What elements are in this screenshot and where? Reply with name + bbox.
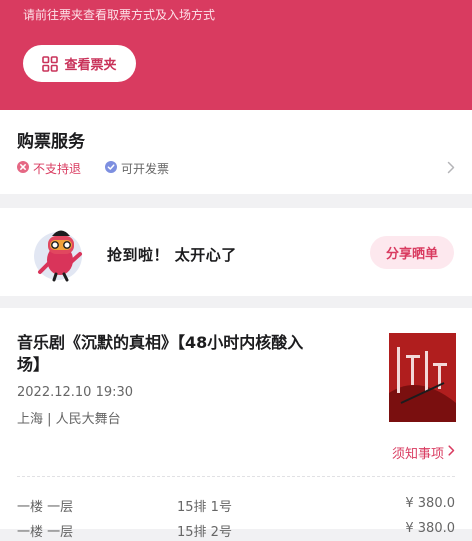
show-title: 音乐剧《沉默的真相》【48小时内核酸入场】: [17, 333, 304, 374]
ticket-row: 一楼 一层 15排 2号 ¥ 380.0: [17, 521, 455, 541]
no-refund-label: 不支持退: [33, 162, 82, 176]
ticket-price: ¥ 380.0: [405, 496, 455, 511]
view-ticket-wallet-label: 查看票夹: [64, 58, 117, 73]
purchase-service-title: 购票服务: [17, 132, 85, 152]
x-circle-icon: [17, 161, 29, 176]
ticket-area: 一楼 一层: [17, 500, 74, 515]
ticket-area: 一楼 一层: [17, 525, 74, 540]
ticket-wallet-hint: 请前往票夹查看取票方式及入场方式: [23, 8, 216, 22]
show-poster[interactable]: [389, 333, 456, 422]
ticket-seat: 15排 1号: [177, 500, 232, 515]
chevron-right-icon: [447, 159, 455, 178]
mascot-illustration: [30, 220, 90, 282]
share-message: 抢到啦！ 太开心了: [107, 246, 237, 264]
dashed-divider: [17, 476, 455, 477]
invoice-tag: 可开发票: [105, 160, 169, 177]
order-card: 音乐剧《沉默的真相》【48小时内核酸入场】 2022.12.10 19:30 上…: [0, 308, 472, 540]
notice-link[interactable]: 须知事项: [392, 443, 455, 462]
purchase-service-card[interactable]: 购票服务 不支持退 可开发票: [0, 110, 472, 194]
check-circle-icon: [105, 161, 117, 176]
ticket-row: 一楼 一层 15排 1号 ¥ 380.0: [17, 496, 455, 516]
share-card: 抢到啦！ 太开心了 分享晒单: [0, 208, 472, 296]
view-ticket-wallet-button[interactable]: 查看票夹: [23, 45, 136, 82]
show-venue: 上海 | 人民大舞台: [17, 412, 121, 427]
invoice-label: 可开发票: [121, 162, 170, 176]
notice-label: 须知事项: [391, 447, 444, 462]
header-banner: 请前往票夹查看取票方式及入场方式 查看票夹: [0, 0, 472, 110]
show-datetime: 2022.12.10 19:30: [17, 385, 134, 400]
share-order-button[interactable]: 分享晒单: [370, 236, 454, 269]
ticket-seat: 15排 2号: [177, 525, 232, 540]
ticket-wallet-icon: [42, 55, 59, 72]
chevron-right-icon: [448, 445, 455, 460]
no-refund-tag: 不支持退: [17, 160, 81, 177]
